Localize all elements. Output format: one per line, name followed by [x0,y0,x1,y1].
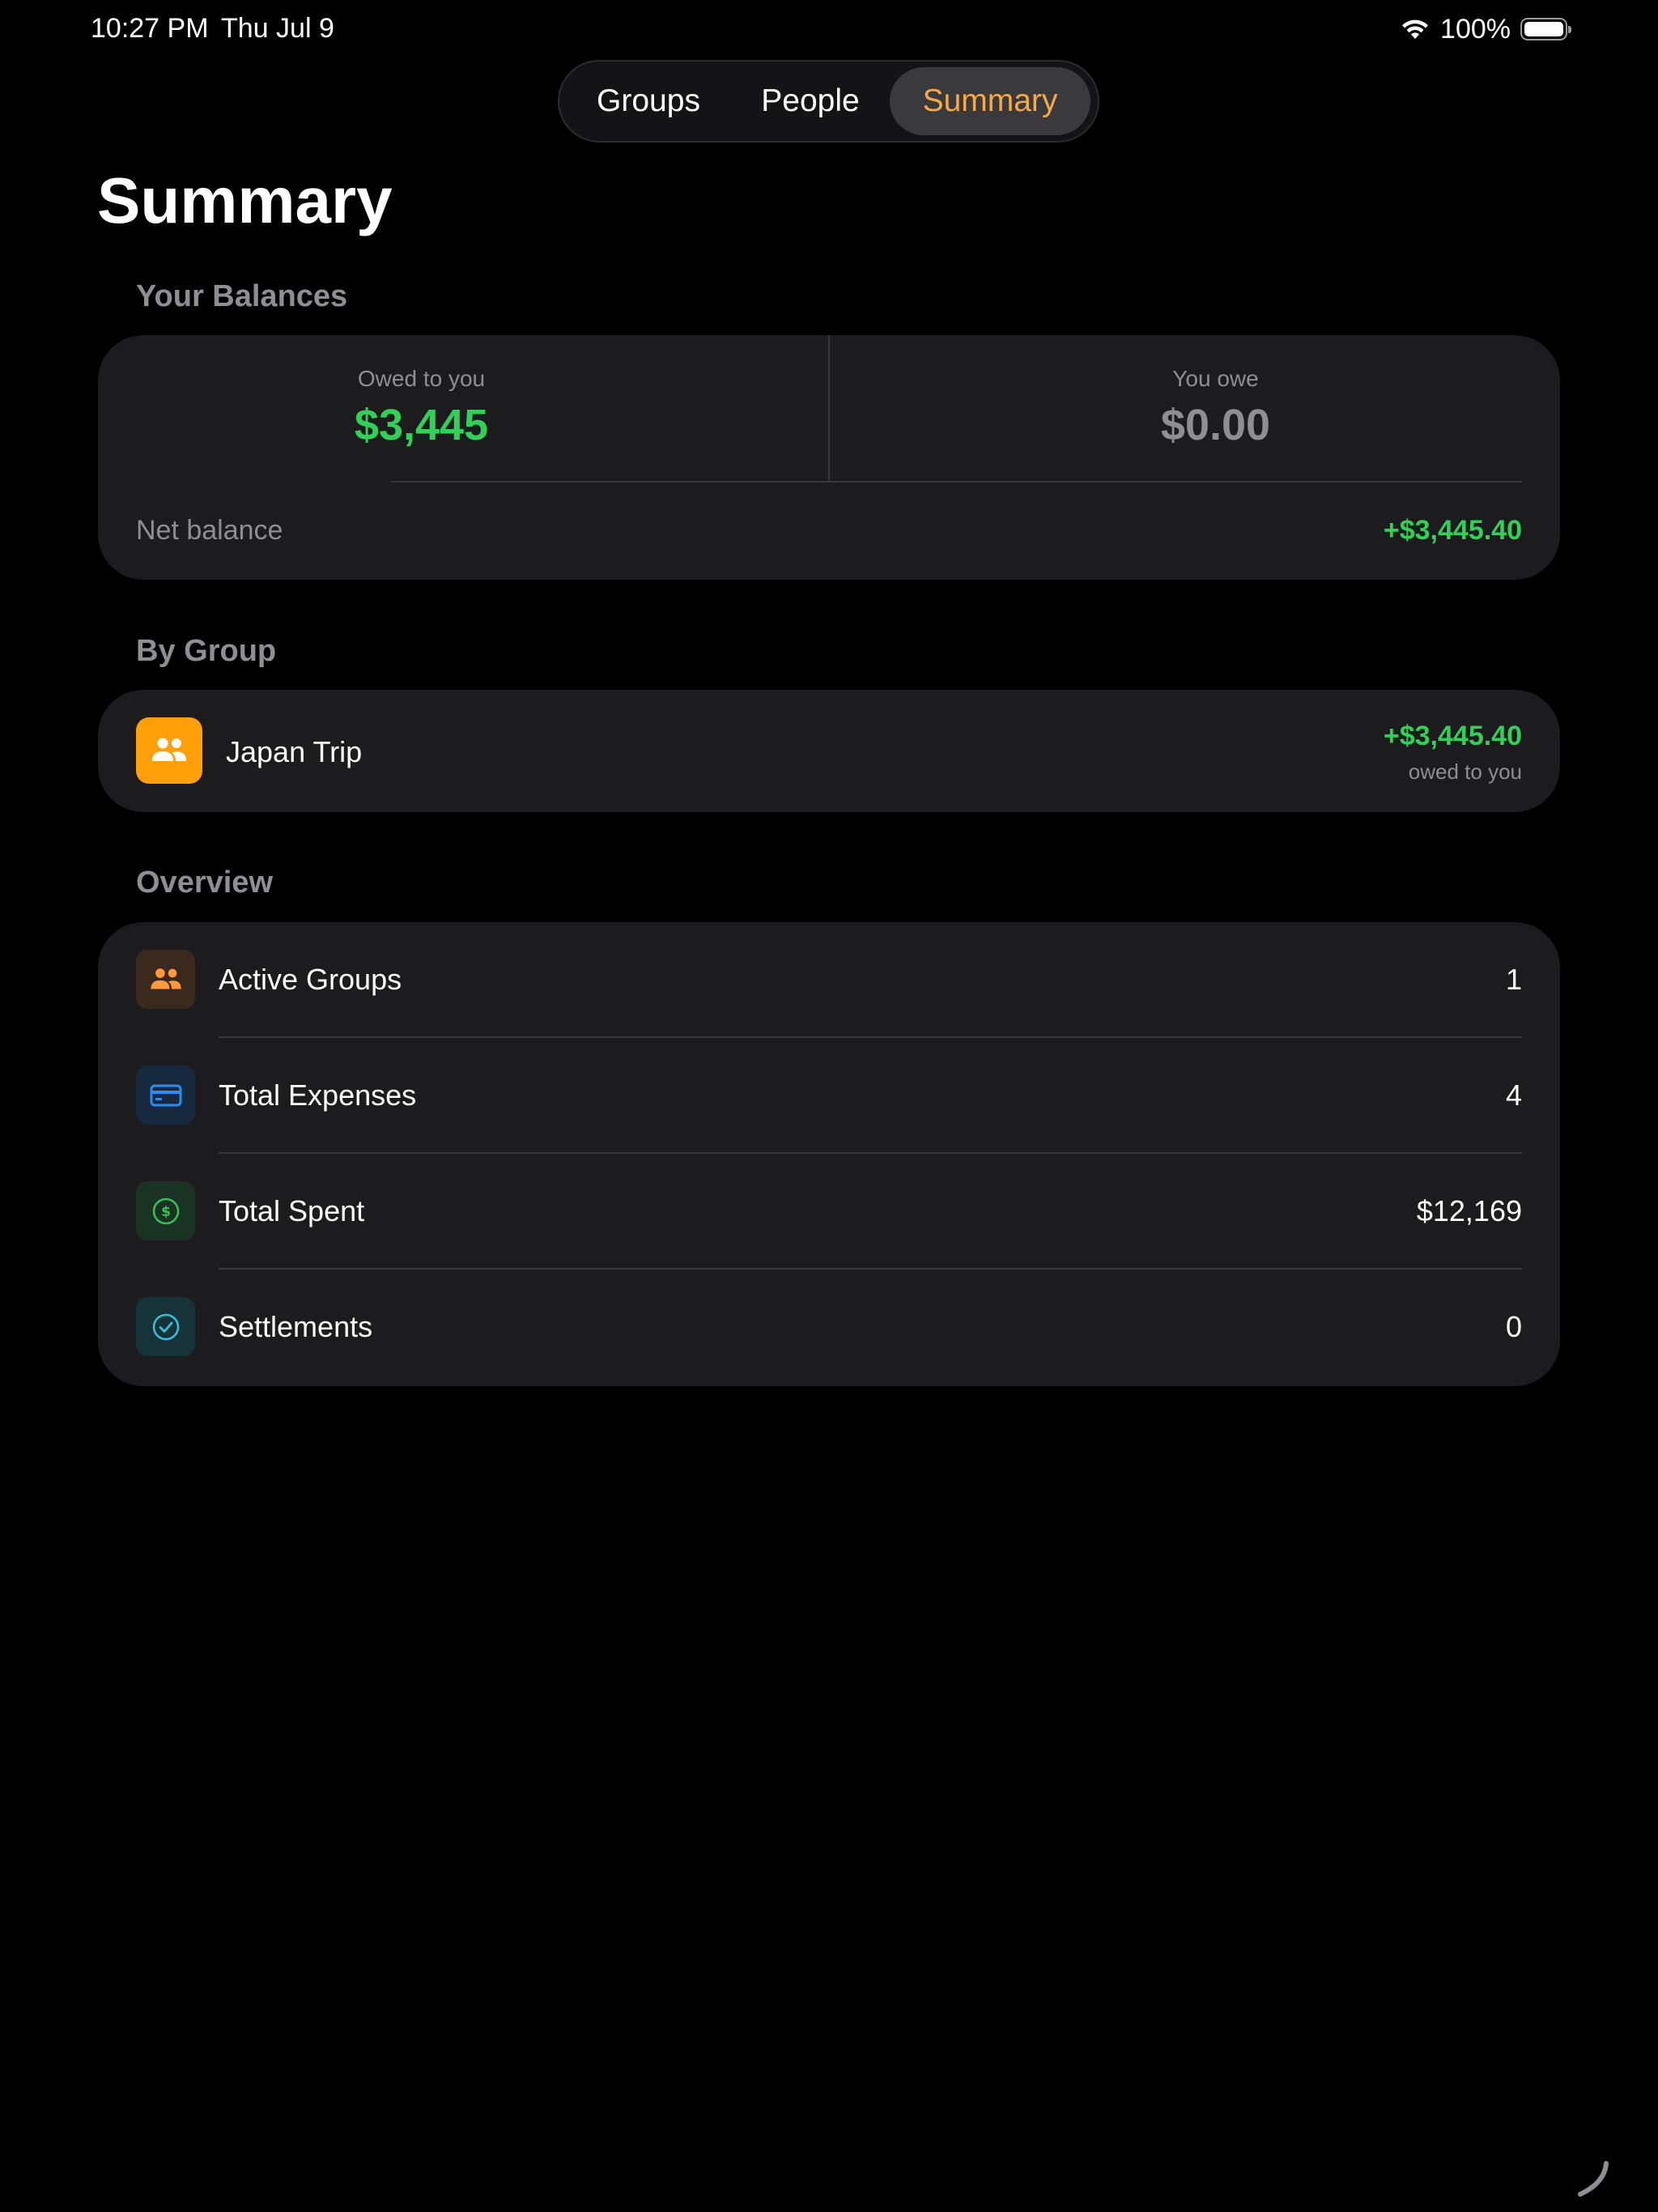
overview-label: Total Spent [219,1194,365,1227]
status-date: Thu Jul 9 [221,13,334,44]
svg-text:$: $ [161,1204,171,1220]
balances-section-header: Your Balances [136,279,348,313]
loading-indicator-icon [1578,2161,1609,2197]
owed-to-you-label: Owed to you [357,366,486,391]
overview-row-total-expenses[interactable]: Total Expenses 4 [98,1038,1560,1154]
owed-to-you-column: Owed to you $3,445 [98,335,829,481]
overview-value: 0 [1505,1310,1522,1343]
status-indicators: 100% [1400,11,1571,47]
overview-card: Active Groups 1 Total Expenses 4 $ Total… [98,922,1560,1386]
tab-summary[interactable]: Summary [890,67,1090,135]
net-balance-value: +$3,445.40 [1383,515,1522,546]
overview-value: $12,169 [1416,1194,1522,1227]
net-balance-label: Net balance [136,515,283,546]
overview-value: 1 [1505,963,1522,996]
group-name: Japan Trip [226,735,363,768]
people-icon [136,717,202,784]
dollar-circle-icon: $ [136,1181,195,1240]
group-amount-subtitle: owed to you [1408,759,1522,784]
overview-label: Active Groups [219,963,402,996]
owed-to-you-value: $3,445 [354,401,489,449]
overview-value: 4 [1505,1078,1522,1112]
balances-horizontal-divider [391,481,1522,483]
battery-icon [1520,18,1571,40]
overview-row-total-spent[interactable]: $ Total Spent $12,169 [98,1154,1560,1270]
you-owe-column: You owe $0.00 [829,335,1560,481]
segmented-control: Groups People Summary [558,60,1099,143]
people-icon [136,950,195,1009]
group-amount: +$3,445.40 [1383,721,1522,751]
wifi-icon [1402,19,1429,39]
you-owe-label: You owe [1172,366,1259,391]
battery-cap [1568,26,1571,33]
credit-card-icon [136,1066,195,1125]
by-group-section-header: By Group [136,634,277,668]
overview-label: Total Expenses [219,1078,417,1112]
battery-level [1524,22,1563,36]
you-owe-value: $0.00 [1160,401,1271,449]
tab-groups[interactable]: Groups [566,67,731,135]
status-bar: 10:27 PM Thu Jul 9 100% [0,0,1658,58]
balances-card: Owed to you $3,445 You owe $0.00 Net bal… [98,335,1560,580]
overview-section-header: Overview [136,866,273,900]
group-row-japan-trip[interactable]: Japan Trip +$3,445.40 owed to you [98,690,1560,812]
page-title: Summary [97,164,393,236]
tab-people[interactable]: People [731,67,890,135]
checkmark-circle-icon [136,1297,195,1356]
status-time: 10:27 PM [91,13,209,44]
overview-label: Settlements [219,1310,373,1343]
overview-row-active-groups[interactable]: Active Groups 1 [98,922,1560,1038]
overview-row-settlements[interactable]: Settlements 0 [98,1270,1560,1385]
battery-percentage: 100% [1440,13,1511,45]
